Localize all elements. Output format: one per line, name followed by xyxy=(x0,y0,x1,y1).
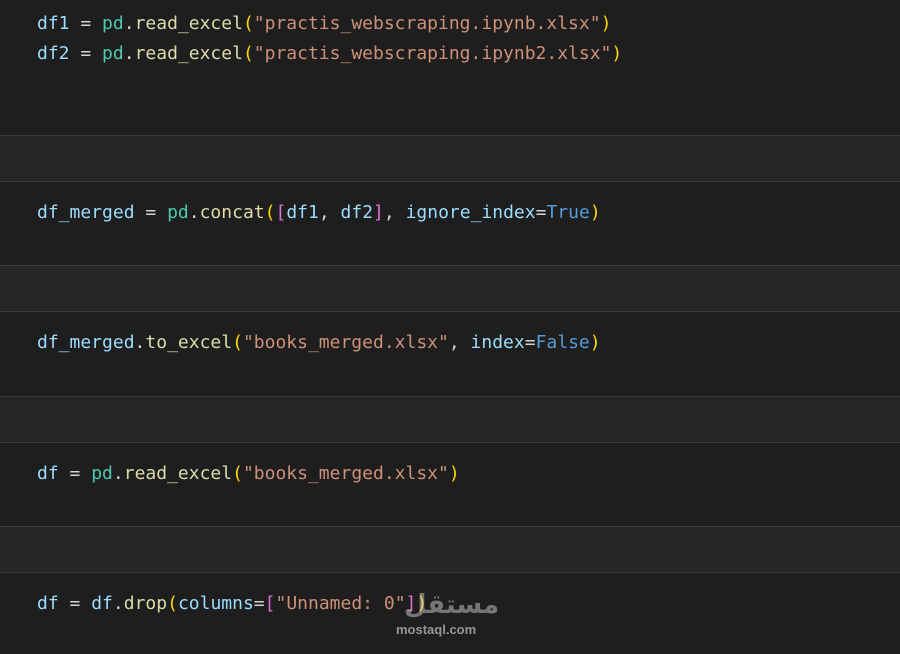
code-cell-4[interactable]: df = pd.read_excel("books_merged.xlsx") xyxy=(0,443,900,527)
code-line: df1 = pd.read_excel("practis_webscraping… xyxy=(37,13,611,35)
code-token: True xyxy=(546,202,590,223)
code-token: . xyxy=(134,332,146,353)
code-token: ] xyxy=(373,202,384,223)
code-token: df2 xyxy=(340,202,374,223)
code-cell-1[interactable]: df1 = pd.read_excel("practis_webscraping… xyxy=(0,0,900,136)
code-token: ) xyxy=(448,463,460,484)
code-token: = xyxy=(535,202,547,223)
code-line: df_merged.to_excel("books_merged.xlsx", … xyxy=(37,332,601,354)
code-line: df_merged = pd.concat([df1, df2], ignore… xyxy=(37,202,601,224)
code-token: "books_merged.xlsx" xyxy=(242,332,449,353)
code-token: df xyxy=(37,593,59,614)
code-cell-2[interactable]: df_merged = pd.concat([df1, df2], ignore… xyxy=(0,182,900,266)
code-token: to_excel xyxy=(145,332,233,353)
code-token: [ xyxy=(264,593,276,614)
cell-separator xyxy=(0,265,900,312)
code-token: "Unnamed: 0" xyxy=(275,593,406,614)
code-token: df_merged xyxy=(37,202,135,223)
code-token: df xyxy=(91,593,113,614)
code-token: = xyxy=(253,593,265,614)
code-token: "practis_webscraping.ipynb.xlsx" xyxy=(253,13,601,34)
code-token: index xyxy=(470,332,525,353)
code-token: ( xyxy=(242,13,254,34)
code-token: . xyxy=(123,13,135,34)
code-line: df = pd.read_excel("books_merged.xlsx") xyxy=(37,463,460,485)
code-token: ( xyxy=(167,593,178,614)
code-token: ) xyxy=(589,202,601,223)
code-token: ) xyxy=(589,332,601,353)
code-token: [ xyxy=(275,202,287,223)
code-token: "books_merged.xlsx" xyxy=(242,463,449,484)
code-token: read_excel xyxy=(134,43,243,64)
code-token: False xyxy=(535,332,590,353)
code-token: columns xyxy=(177,593,254,614)
code-token: , xyxy=(448,332,471,353)
cell-separator xyxy=(0,396,900,443)
code-token: ) xyxy=(600,13,612,34)
code-token: . xyxy=(112,463,124,484)
code-token: = xyxy=(58,593,92,614)
code-token: , xyxy=(318,202,341,223)
code-line: df2 = pd.read_excel("practis_webscraping… xyxy=(37,43,622,65)
code-token: read_excel xyxy=(134,13,243,34)
code-token: ( xyxy=(232,463,243,484)
code-token: ( xyxy=(232,332,243,353)
code-token: df2 xyxy=(37,43,70,64)
code-token: = xyxy=(524,332,536,353)
code-token: concat xyxy=(199,202,265,223)
code-token: drop xyxy=(123,593,168,614)
code-token: df1 xyxy=(37,13,70,34)
watermark-arabic-logo: مستقل xyxy=(404,590,500,620)
code-token: ignore_index xyxy=(405,202,536,223)
code-token: pd xyxy=(91,463,113,484)
code-token: = xyxy=(69,13,103,34)
mostaql-watermark: مستقل mostaql.com xyxy=(396,590,508,642)
code-token: df1 xyxy=(286,202,319,223)
code-token: df_merged xyxy=(37,332,135,353)
cell-separator xyxy=(0,526,900,573)
code-token: ) xyxy=(611,43,623,64)
code-token: . xyxy=(188,202,200,223)
code-token: read_excel xyxy=(123,463,233,484)
code-token: = xyxy=(134,202,168,223)
code-token: pd xyxy=(102,13,124,34)
code-token: ( xyxy=(264,202,276,223)
watermark-url: mostaql.com xyxy=(396,622,477,637)
code-token: . xyxy=(112,593,124,614)
code-token: = xyxy=(69,43,103,64)
code-token: "practis_webscraping.ipynb2.xlsx" xyxy=(253,43,612,64)
code-token: = xyxy=(58,463,92,484)
code-line: df = df.drop(columns=["Unnamed: 0"]) xyxy=(37,593,427,615)
code-token: df xyxy=(37,463,59,484)
cell-separator xyxy=(0,135,900,182)
code-token: . xyxy=(123,43,135,64)
code-token: pd xyxy=(167,202,189,223)
code-cell-3[interactable]: df_merged.to_excel("books_merged.xlsx", … xyxy=(0,312,900,397)
code-token: pd xyxy=(102,43,124,64)
code-token: , xyxy=(383,202,406,223)
code-token: ( xyxy=(242,43,254,64)
